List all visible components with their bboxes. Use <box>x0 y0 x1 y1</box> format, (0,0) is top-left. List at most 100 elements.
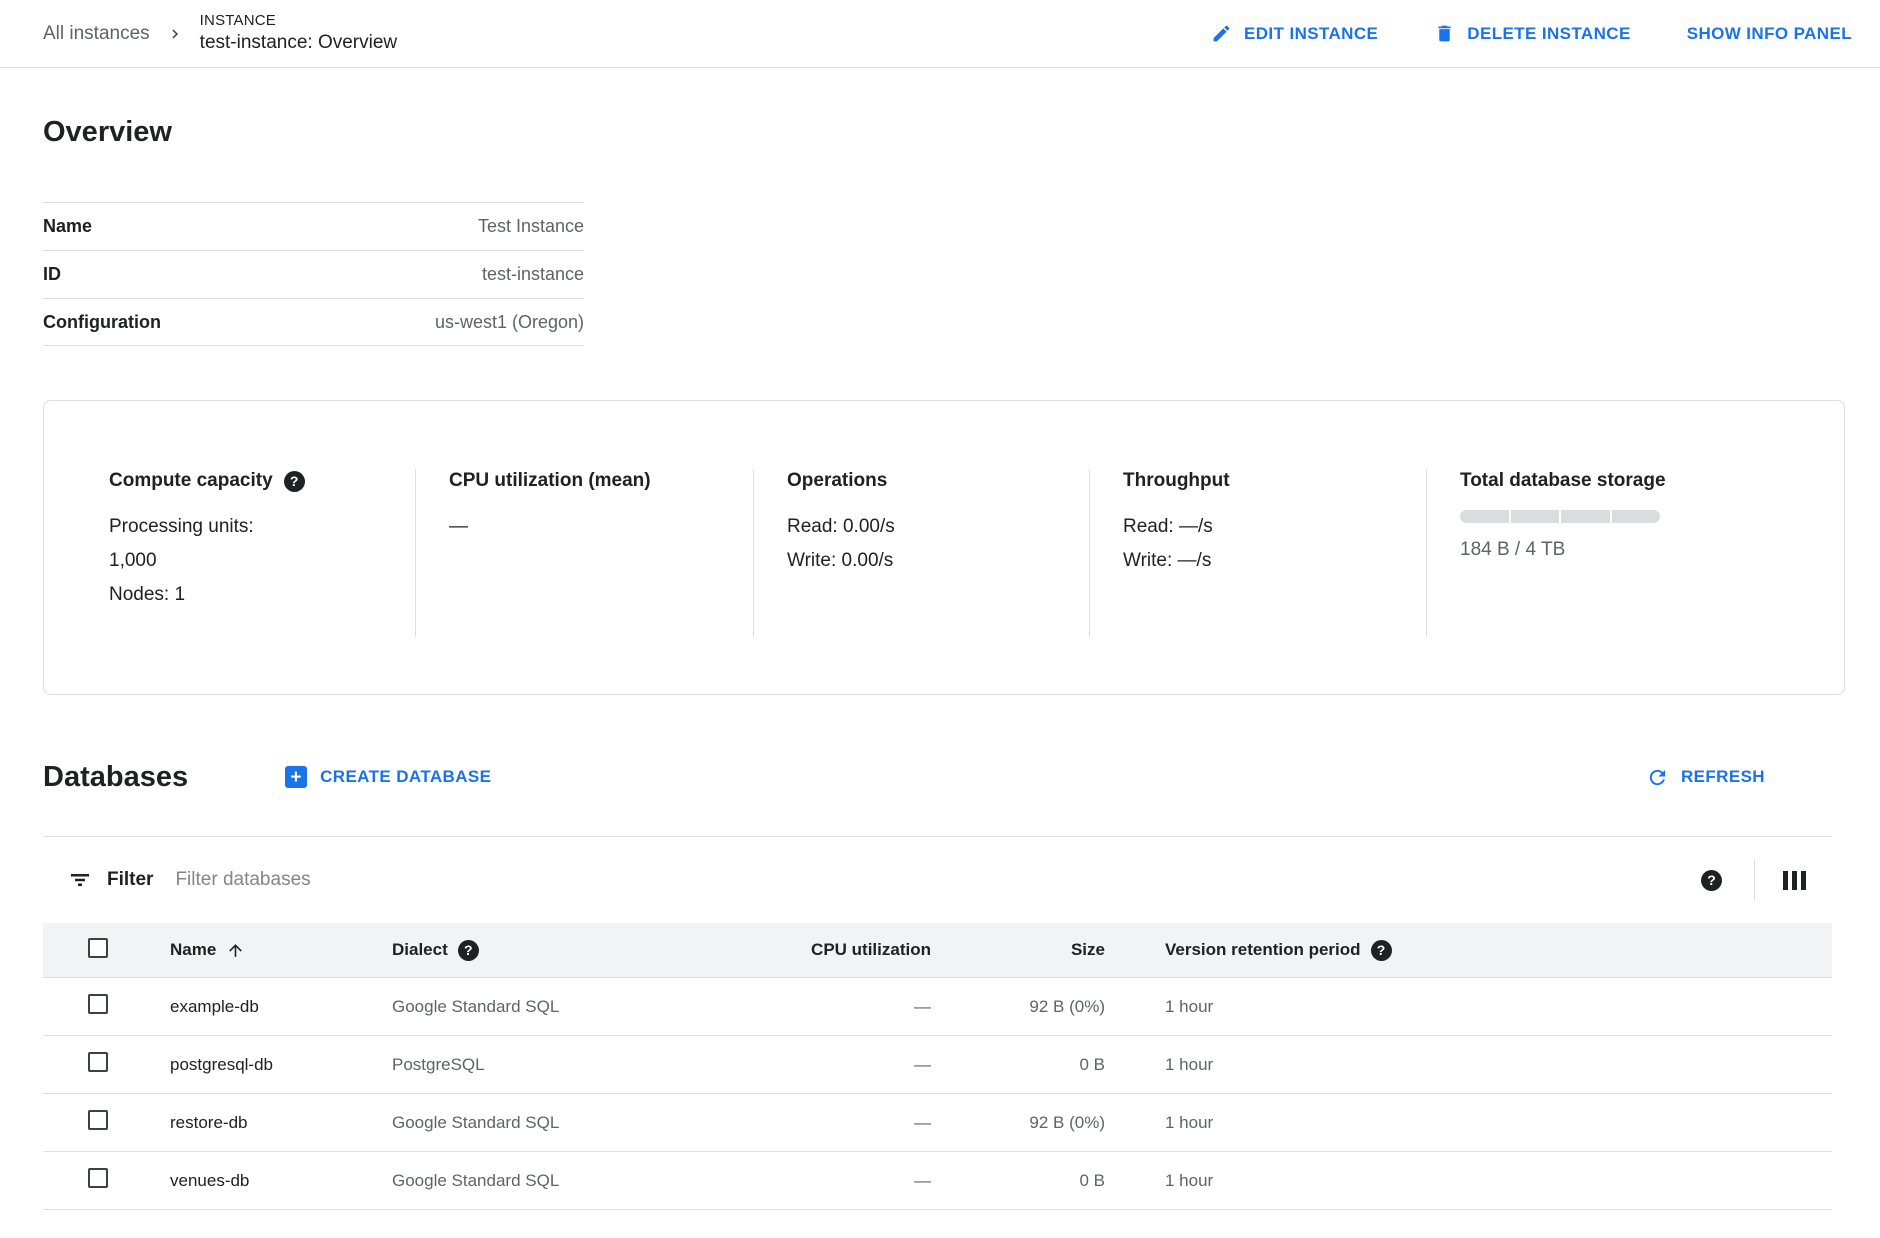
database-retention: 1 hour <box>1105 1055 1832 1075</box>
column-header-cpu: CPU utilization <box>640 940 931 960</box>
storage-usage-text: 184 B / 4 TB <box>1460 533 1844 567</box>
filter-databases-input[interactable] <box>175 869 1701 891</box>
operations-read: Read: 0.00/s <box>787 510 1089 544</box>
row-checkbox[interactable] <box>88 994 108 1014</box>
cpu-utilization-title: CPU utilization (mean) <box>449 469 651 493</box>
size-header-label: Size <box>1071 940 1105 960</box>
main-content: Overview Name Test Instance ID test-inst… <box>0 115 1880 1210</box>
cpu-utilization-value: — <box>449 510 753 544</box>
storage-bar-segment <box>1561 510 1610 523</box>
filter-label[interactable]: Filter <box>107 869 153 891</box>
filter-help-icon[interactable] <box>1701 870 1722 891</box>
overview-value-id: test-instance <box>482 264 584 285</box>
metric-cpu-utilization: CPU utilization (mean) — <box>415 469 753 637</box>
database-name-link[interactable]: postgresql-db <box>170 1055 392 1075</box>
overview-label-id: ID <box>43 264 482 285</box>
column-header-dialect: Dialect <box>392 940 640 961</box>
table-header-row: Name Dialect CPU utilization Size Versio… <box>43 923 1832 978</box>
select-all-checkbox[interactable] <box>88 938 108 958</box>
metric-throughput: Throughput Read: —/s Write: —/s <box>1089 469 1426 637</box>
database-size: 92 B (0%) <box>931 1113 1105 1133</box>
metric-operations: Operations Read: 0.00/s Write: 0.00/s <box>753 469 1089 637</box>
delete-instance-button[interactable]: DELETE INSTANCE <box>1434 23 1630 44</box>
compute-capacity-nodes: Nodes: 1 <box>109 578 415 612</box>
row-checkbox[interactable] <box>88 1110 108 1130</box>
overview-row-name: Name Test Instance <box>43 202 584 250</box>
database-retention: 1 hour <box>1105 997 1832 1017</box>
instance-title-block: INSTANCE test-instance: Overview <box>200 12 397 55</box>
column-display-icon[interactable] <box>1783 871 1806 890</box>
filter-divider <box>1754 859 1755 901</box>
database-dialect: Google Standard SQL <box>392 1113 640 1133</box>
header-actions: EDIT INSTANCE DELETE INSTANCE SHOW INFO … <box>1211 23 1852 44</box>
databases-heading: Databases <box>43 759 188 795</box>
dialect-help-icon[interactable] <box>458 940 479 961</box>
total-storage-title: Total database storage <box>1460 469 1666 493</box>
filter-icon[interactable] <box>68 868 92 892</box>
page-title: test-instance: Overview <box>200 31 397 55</box>
retention-header-label: Version retention period <box>1165 940 1361 960</box>
breadcrumb: All instances INSTANCE test-instance: Ov… <box>43 12 397 55</box>
column-header-name[interactable]: Name <box>170 940 392 960</box>
database-dialect: Google Standard SQL <box>392 1171 640 1191</box>
overview-heading: Overview <box>43 115 1845 149</box>
database-name-link[interactable]: restore-db <box>170 1113 392 1133</box>
table-row: example-db Google Standard SQL — 92 B (0… <box>43 978 1832 1036</box>
storage-bar-segment <box>1612 510 1661 523</box>
throughput-read: Read: —/s <box>1123 510 1426 544</box>
database-name-link[interactable]: example-db <box>170 997 392 1017</box>
chevron-right-icon <box>166 25 184 43</box>
database-cpu: — <box>640 997 931 1017</box>
database-size: 0 B <box>931 1171 1105 1191</box>
overview-table: Name Test Instance ID test-instance Conf… <box>43 202 584 346</box>
refresh-button[interactable]: REFRESH <box>1646 766 1765 789</box>
database-cpu: — <box>640 1055 931 1075</box>
compute-capacity-units-value: 1,000 <box>109 544 415 578</box>
storage-usage-bar <box>1460 510 1660 523</box>
database-size: 92 B (0%) <box>931 997 1105 1017</box>
help-icon[interactable] <box>284 471 305 492</box>
compute-capacity-title: Compute capacity <box>109 469 273 493</box>
plus-icon <box>285 766 307 788</box>
operations-write: Write: 0.00/s <box>787 544 1089 578</box>
databases-table-card: Filter Name Dialect CPU utilization Size <box>43 836 1832 1210</box>
overview-label-configuration: Configuration <box>43 312 435 333</box>
database-name-link[interactable]: venues-db <box>170 1171 392 1191</box>
show-info-panel-button[interactable]: SHOW INFO PANEL <box>1687 24 1852 44</box>
retention-help-icon[interactable] <box>1371 940 1392 961</box>
pencil-icon <box>1211 23 1232 44</box>
database-size: 0 B <box>931 1055 1105 1075</box>
database-dialect: Google Standard SQL <box>392 997 640 1017</box>
storage-bar-segment <box>1511 510 1560 523</box>
table-row: restore-db Google Standard SQL — 92 B (0… <box>43 1094 1832 1152</box>
databases-header: Databases CREATE DATABASE REFRESH <box>43 759 1845 795</box>
top-bar: All instances INSTANCE test-instance: Ov… <box>0 0 1880 68</box>
breadcrumb-all-instances[interactable]: All instances <box>43 23 150 45</box>
metric-compute-capacity: Compute capacity Processing units: 1,000… <box>44 469 415 637</box>
create-database-label: CREATE DATABASE <box>320 767 491 787</box>
database-retention: 1 hour <box>1105 1171 1832 1191</box>
overview-row-configuration: Configuration us-west1 (Oregon) <box>43 298 584 346</box>
row-checkbox[interactable] <box>88 1168 108 1188</box>
instance-eyebrow: INSTANCE <box>200 12 397 31</box>
table-row: postgresql-db PostgreSQL — 0 B 1 hour <box>43 1036 1832 1094</box>
database-dialect: PostgreSQL <box>392 1055 640 1075</box>
edit-instance-label: EDIT INSTANCE <box>1244 24 1378 44</box>
column-header-retention: Version retention period <box>1105 940 1832 961</box>
sort-ascending-icon <box>226 941 245 960</box>
dialect-header-label: Dialect <box>392 940 448 960</box>
database-cpu: — <box>640 1113 931 1133</box>
throughput-title: Throughput <box>1123 469 1230 493</box>
compute-capacity-units-label: Processing units: <box>109 510 415 544</box>
database-cpu: — <box>640 1171 931 1191</box>
overview-row-id: ID test-instance <box>43 250 584 298</box>
refresh-icon <box>1646 766 1669 789</box>
trash-icon <box>1434 23 1455 44</box>
show-info-panel-label: SHOW INFO PANEL <box>1687 24 1852 44</box>
create-database-button[interactable]: CREATE DATABASE <box>285 766 491 788</box>
name-header-label: Name <box>170 940 216 960</box>
overview-label-name: Name <box>43 216 478 237</box>
row-checkbox[interactable] <box>88 1052 108 1072</box>
edit-instance-button[interactable]: EDIT INSTANCE <box>1211 23 1378 44</box>
overview-value-name: Test Instance <box>478 216 584 237</box>
